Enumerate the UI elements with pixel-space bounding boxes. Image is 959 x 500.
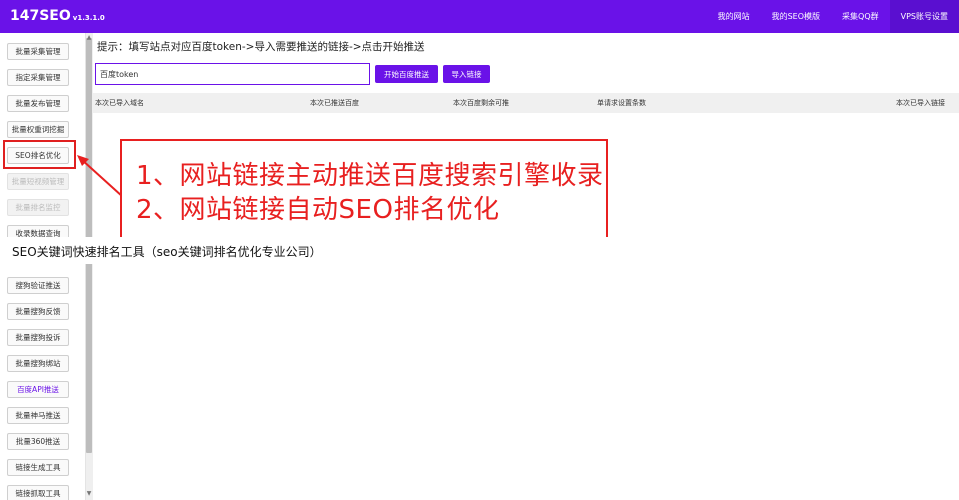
stat-pushed-baidu: 本次已推送百度: [310, 99, 359, 107]
sidebar-item-ranking-monitor[interactable]: 批量排名监控: [7, 199, 69, 216]
sidebar-item-sogou-verify[interactable]: 搜狗验证推送: [7, 277, 69, 294]
app-brand: 147SEO v1.3.1.0: [10, 8, 105, 24]
sidebar-item-baidu-api[interactable]: 百度API推送: [7, 381, 69, 398]
main-panel: 提示：填写站点对应百度token->导入需要推送的链接->点击开始推送 开始百度…: [93, 33, 959, 500]
nav-seo-templates[interactable]: 我的SEO模版: [761, 0, 831, 33]
sidebar-item-shenma-push[interactable]: 批量神马推送: [7, 407, 69, 424]
sidebar-item-batch-collect[interactable]: 批量采集管理: [7, 43, 69, 60]
sidebar: 批量采集管理 指定采集管理 批量发布管理 批量权重词挖掘 SEO排名优化 批量短…: [0, 33, 85, 500]
top-nav: 我的网站 我的SEO模版 采集QQ群 VPS账号设置: [707, 0, 959, 33]
sidebar-item-360-push[interactable]: 批量360推送: [7, 433, 69, 450]
brand-name: 147SEO: [10, 8, 71, 24]
scroll-up-icon[interactable]: ▲: [85, 34, 93, 42]
stat-baidu-remaining: 本次百度剩余可推: [453, 99, 509, 107]
sidebar-item-designated-collect[interactable]: 指定采集管理: [7, 69, 69, 86]
stats-header-row: 本次已导入域名 本次已推送百度 本次百度剩余可推 单请求设置条数 本次已导入链接: [93, 93, 959, 113]
nav-vps-settings[interactable]: VPS账号设置: [889, 0, 959, 33]
sidebar-item-sogou-complaint[interactable]: 批量搜狗投诉: [7, 329, 69, 346]
baidu-token-input[interactable]: [95, 63, 370, 85]
stat-per-request-count: 单请求设置条数: [597, 99, 646, 107]
top-bar: 147SEO v1.3.1.0 我的网站 我的SEO模版 采集QQ群 VPS账号设…: [0, 0, 959, 33]
sidebar-item-short-video[interactable]: 批量短视频管理: [7, 173, 69, 190]
stat-imported-domains: 本次已导入域名: [95, 99, 144, 107]
callout-arrow: [77, 155, 124, 198]
start-baidu-push-button[interactable]: 开始百度推送: [375, 65, 438, 83]
callout-line-2: 2、网站链接自动SEO排名优化: [136, 195, 500, 225]
callout-line-1: 1、网站链接主动推送百度搜索引擎收录: [136, 161, 604, 191]
sidebar-item-keyword-mining[interactable]: 批量权重词挖掘: [7, 121, 69, 138]
version-label: v1.3.1.0: [72, 14, 105, 22]
sidebar-item-sogou-bind[interactable]: 批量搜狗绑站: [7, 355, 69, 372]
sidebar-item-link-crawler[interactable]: 链接抓取工具: [7, 485, 69, 500]
sidebar-highlight-box: [3, 140, 76, 169]
annotation-callout: 1、网站链接主动推送百度搜索引擎收录 2、网站链接自动SEO排名优化: [120, 139, 608, 240]
sidebar-item-link-generator[interactable]: 链接生成工具: [7, 459, 69, 476]
sidebar-item-batch-publish[interactable]: 批量发布管理: [7, 95, 69, 112]
hint-text: 提示：填写站点对应百度token->导入需要推送的链接->点击开始推送: [97, 41, 425, 53]
import-links-button[interactable]: 导入链接: [443, 65, 490, 83]
nav-collect-qq-groups[interactable]: 采集QQ群: [831, 0, 890, 33]
stat-imported-links: 本次已导入链接: [896, 99, 945, 107]
caption-text: SEO关键词快速排名工具（seo关键词排名优化专业公司）: [12, 245, 322, 259]
scroll-down-icon[interactable]: ▼: [85, 490, 93, 498]
sidebar-item-sogou-feedback[interactable]: 批量搜狗反馈: [7, 303, 69, 320]
nav-my-sites[interactable]: 我的网站: [707, 0, 761, 33]
